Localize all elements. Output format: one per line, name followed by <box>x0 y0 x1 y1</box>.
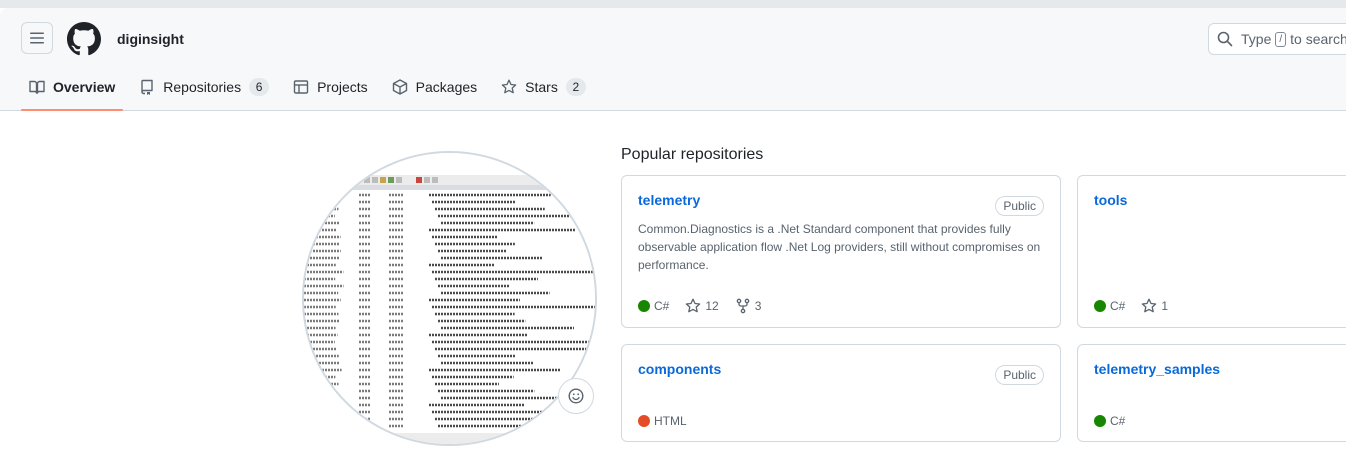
repositories-count-badge: 6 <box>249 78 270 96</box>
tab-repositories[interactable]: Repositories 6 <box>131 64 277 110</box>
org-name[interactable]: diginsight <box>117 31 184 47</box>
stars-count-badge: 2 <box>565 78 586 96</box>
popular-repositories-heading: Popular repositories <box>621 146 764 163</box>
language-label: C# <box>1110 299 1126 313</box>
book-icon <box>29 80 45 94</box>
search-placeholder-prefix: Type <box>1241 31 1272 47</box>
repo-name-link[interactable]: telemetry_samples <box>1094 361 1220 377</box>
repo-icon <box>141 79 153 95</box>
tab-label: Projects <box>317 79 368 95</box>
repo-stars-link[interactable]: 12 <box>685 298 719 314</box>
org-header: diginsight Type / to search Overview Rep… <box>0 8 1346 111</box>
tab-projects[interactable]: Projects <box>285 64 376 110</box>
stars-count: 1 <box>1161 299 1169 313</box>
org-nav-tabs: Overview Repositories 6 Projects Package… <box>21 64 602 111</box>
github-logo-icon[interactable] <box>67 22 101 56</box>
tab-stars[interactable]: Stars 2 <box>493 64 594 110</box>
tab-label: Stars <box>525 79 558 95</box>
forks-count: 3 <box>754 299 762 313</box>
repo-language: C# <box>1094 414 1125 428</box>
repo-name-link[interactable]: components <box>638 361 721 377</box>
language-label: HTML <box>654 414 687 428</box>
smiley-icon <box>568 388 584 404</box>
star-icon <box>686 298 701 313</box>
repo-meta: C# 1 <box>1094 298 1184 314</box>
search-shortcut-key: / <box>1275 31 1287 47</box>
table-icon <box>293 80 309 94</box>
hamburger-icon <box>30 32 44 44</box>
repo-forks-link[interactable]: 3 <box>735 298 762 314</box>
search-input[interactable]: Type / to search <box>1208 23 1346 55</box>
repo-language: C# <box>638 299 669 313</box>
repo-name-link[interactable]: telemetry <box>638 192 700 208</box>
repo-card: tools C# 1 <box>1077 175 1346 328</box>
language-label: C# <box>1110 414 1126 428</box>
stars-count: 12 <box>705 299 719 313</box>
avatar-log-image <box>304 153 595 444</box>
repo-meta: C# <box>1094 414 1141 428</box>
tab-overview[interactable]: Overview <box>21 64 124 111</box>
repo-language: C# <box>1094 299 1125 313</box>
language-color-dot <box>1094 300 1106 312</box>
repo-card: telemetry Public Common.Diagnostics is a… <box>621 175 1061 328</box>
language-label: C# <box>654 299 670 313</box>
repo-card: telemetry_samples C# <box>1077 344 1346 442</box>
search-icon <box>1217 31 1233 47</box>
repo-stars-link[interactable]: 1 <box>1141 298 1168 314</box>
repo-language: HTML <box>638 414 687 428</box>
tab-packages[interactable]: Packages <box>384 64 485 110</box>
star-icon <box>501 79 517 94</box>
tab-label: Overview <box>53 79 116 95</box>
fork-icon <box>736 298 750 314</box>
star-icon <box>1142 298 1157 313</box>
browser-top-strip <box>0 0 1346 8</box>
menu-button[interactable] <box>21 22 53 54</box>
org-avatar <box>302 151 597 446</box>
language-color-dot <box>638 415 650 427</box>
repo-meta: C# 12 3 <box>638 298 777 314</box>
language-color-dot <box>638 300 650 312</box>
visibility-badge: Public <box>995 365 1044 385</box>
tab-label: Repositories <box>163 79 242 95</box>
tab-label: Packages <box>415 79 478 95</box>
repo-card: components Public HTML <box>621 344 1061 442</box>
repo-name-link[interactable]: tools <box>1094 192 1127 208</box>
search-placeholder-suffix: to search <box>1290 31 1346 47</box>
package-icon <box>392 79 407 95</box>
visibility-badge: Public <box>995 196 1044 216</box>
repo-description: Common.Diagnostics is a .Net Standard co… <box>638 222 1041 272</box>
set-status-button[interactable] <box>558 378 594 414</box>
language-color-dot <box>1094 415 1106 427</box>
repo-meta: HTML <box>638 414 703 428</box>
